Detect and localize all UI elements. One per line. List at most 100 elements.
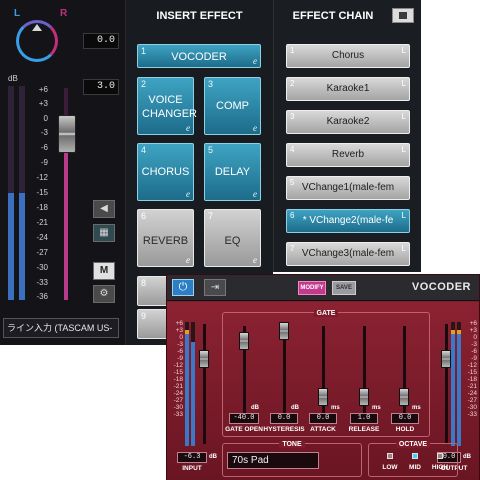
hysteresis-value[interactable]: 0.0 [270,413,298,424]
input-value[interactable]: -6.3 [177,452,207,463]
plugin-title: VOCODER [411,281,471,293]
speaker-icon[interactable]: ◀ [93,200,115,218]
input-meter-right-fill [191,342,195,446]
octave-low-label[interactable]: LOW [379,464,401,471]
scale-tick: -36 [36,292,48,301]
hold-fader-handle[interactable] [399,388,409,406]
hold-label: HOLD [395,426,415,433]
mute-button[interactable]: M [93,262,115,280]
scale-tick: +6 [38,85,48,94]
chain-item-label: VChange3(male-fem [301,248,395,259]
gate-open-value[interactable]: -40.0 [229,413,259,424]
hysteresis-fader-handle[interactable] [279,322,289,340]
input-fader-handle[interactable] [199,350,209,368]
slot-label: VOCODER [171,51,227,63]
octave-title: OCTAVE [395,441,431,448]
slot-label: EQ [224,235,241,247]
input-unit: dB [209,454,217,460]
input-meter-right [191,322,195,446]
insert-effect-title: INSERT EFFECT [156,10,243,22]
output-fader-handle[interactable] [441,350,451,368]
hold-unit: ms [412,405,421,411]
octave-mid-led[interactable] [412,453,418,459]
slot-label: DELAY [214,166,251,178]
chain-item-5[interactable]: 5 VChange1(male-fem [286,176,410,200]
gear-icon[interactable]: ⚙ [93,285,115,303]
slot-number: 9 [141,311,147,321]
volume-fader-handle[interactable] [58,115,76,153]
pan-value-field[interactable]: 0.0 [83,33,119,49]
attack-value[interactable]: 0.0 [309,413,337,424]
bypass-icon[interactable]: ⇥ [204,279,226,296]
scale-tick: -15 [173,369,183,376]
chain-item-7[interactable]: 7 VChange3(male-fem L [286,242,410,266]
pan-indicator-icon [32,24,42,31]
scale-tick: -24 [173,390,183,397]
release-unit: ms [372,405,381,411]
chain-item-6[interactable]: 6 * VChange2(male-fe L [286,209,410,233]
scale-tick: -12 [173,362,183,369]
edit-icon[interactable]: e [186,189,190,199]
edit-icon[interactable]: e [253,189,257,199]
chain-item-flag: L [401,211,406,220]
input-meter-left-fill [185,334,189,446]
edit-icon[interactable]: e [186,255,190,265]
modify-button[interactable]: MODIFY [298,281,326,295]
octave-low-led[interactable] [387,453,393,459]
edit-icon[interactable]: e [253,255,257,265]
octave-high-label[interactable]: HIGH [429,464,451,471]
tone-select[interactable]: 70s Pad [227,452,319,469]
chain-item-4[interactable]: 4 Reverb L [286,143,410,167]
output-meter-left [451,322,455,446]
release-value[interactable]: 1.0 [350,413,378,424]
insert-slot-2[interactable]: 2 VOICE CHANGER e [137,77,197,135]
chain-item-1[interactable]: 1 Chorus L [286,44,410,68]
fader-value-field[interactable]: 3.0 [83,79,119,95]
output-meter-left-fill [451,334,455,446]
pan-knob[interactable] [16,20,58,62]
scale-tick: -21 [36,218,48,227]
input-device-name[interactable]: ライン入力 (TASCAM US- [3,318,119,338]
chain-item-number: 7 [290,244,295,253]
insert-slot-4[interactable]: 4 CHORUS e [137,143,194,201]
scale-tick: +3 [175,327,183,334]
power-icon[interactable]: ⏻ [172,279,194,296]
slot-label: CHORUS [141,166,190,178]
scale-tick: +6 [469,320,477,327]
attack-fader-handle[interactable] [318,388,328,406]
slot-number: 5 [208,145,214,155]
save-chain-icon[interactable] [392,8,414,23]
chain-item-number: 5 [290,178,295,187]
output-fader-track[interactable] [445,324,448,444]
insert-slot-1[interactable]: 1 VOCODER e [137,44,261,68]
chain-item-label: Reverb [331,149,365,160]
scale-tick: 0 [473,334,477,341]
scale-tick: -24 [36,233,48,242]
edit-icon[interactable]: e [253,56,257,66]
save-button[interactable]: SAVE [332,281,356,295]
grid-icon[interactable]: ▦ [93,224,115,242]
release-fader-handle[interactable] [359,388,369,406]
chain-item-3[interactable]: 3 Karaoke2 L [286,110,410,134]
octave-mid-label[interactable]: MID [404,464,426,471]
chain-item-2[interactable]: 2 Karaoke1 L [286,77,410,101]
chain-item-label: Karaoke2 [326,116,370,127]
octave-high-led[interactable] [437,453,443,459]
hold-value[interactable]: 0.0 [391,413,419,424]
insert-slot-3[interactable]: 3 COMP e [204,77,261,135]
insert-slot-7[interactable]: 7 EQ e [204,209,261,267]
scale-tick: -6 [40,143,48,152]
scale-tick: -33 [173,411,183,418]
channel-strip: L R 0.0 3.0 dB +6 +3 0 -3 -6 -9 -12 -15 … [0,0,125,345]
level-meter-right [19,86,25,300]
gate-open-fader-handle[interactable] [239,332,249,350]
insert-slot-6[interactable]: 6 REVERB e [137,209,194,267]
chain-item-label: * VChange2(male-fe [302,215,394,226]
input-fader-track[interactable] [203,324,206,444]
insert-slot-5[interactable]: 5 DELAY e [204,143,261,201]
chain-item-label: Karaoke1 [326,83,370,94]
edit-icon[interactable]: e [253,123,257,133]
output-meter-right-fill [457,334,461,446]
chain-item-flag: L [401,244,406,253]
edit-icon[interactable]: e [186,123,190,133]
